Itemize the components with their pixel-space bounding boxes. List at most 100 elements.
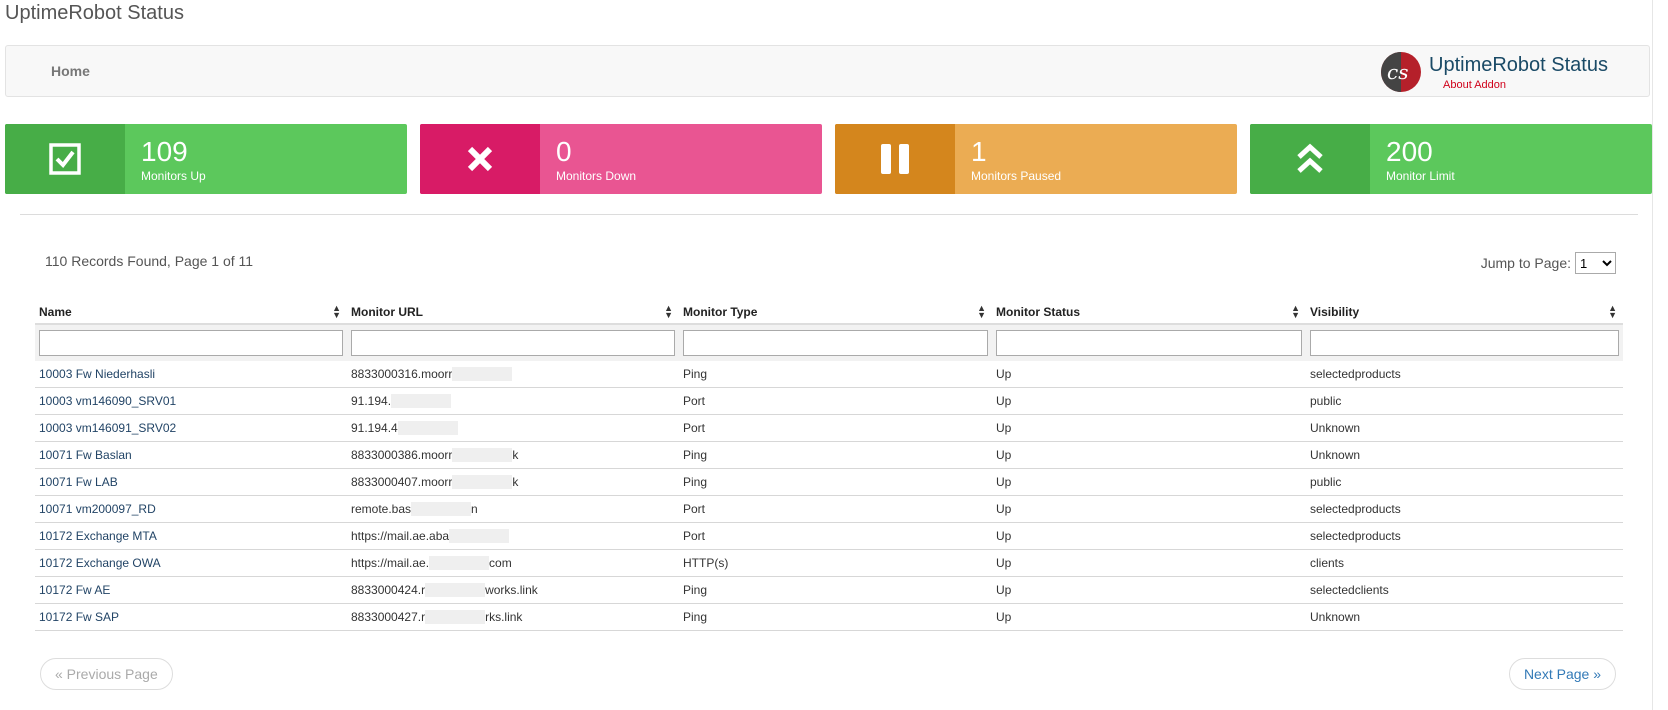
about-addon-link[interactable]: About Addon xyxy=(1443,79,1506,91)
records-summary: 110 Records Found, Page 1 of 11 xyxy=(45,253,254,269)
filter-type-input[interactable] xyxy=(683,330,988,356)
cell-visibility: selectedproducts xyxy=(1306,361,1623,388)
column-header-name[interactable]: Name ▲ ▼ xyxy=(35,300,347,325)
cell-visibility: Unknown xyxy=(1306,441,1623,469)
page-title: UptimeRobot Status xyxy=(5,2,184,24)
next-page-button[interactable]: Next Page » xyxy=(1508,658,1616,690)
cell-status: Up xyxy=(992,603,1306,631)
cell-status: Up xyxy=(992,387,1306,415)
cell-status: Up xyxy=(992,441,1306,469)
redaction xyxy=(397,421,458,436)
navbar: Home cs UptimeRobot Status About Addon xyxy=(5,45,1650,97)
cell-name[interactable]: 10172 Exchange MTA xyxy=(35,522,347,550)
redaction xyxy=(429,556,490,571)
cell-name[interactable]: 10071 Fw Baslan xyxy=(35,441,347,469)
double-chevron-up-icon xyxy=(1250,124,1370,194)
jump-label: Jump to Page: xyxy=(1480,255,1571,271)
cell-status: Up xyxy=(992,414,1306,442)
column-header-url[interactable]: Monitor URL ▲ ▼ xyxy=(347,300,679,325)
redaction xyxy=(425,583,486,598)
sort-icon[interactable]: ▲ ▼ xyxy=(977,304,986,320)
cell-visibility: selectedclients xyxy=(1306,576,1623,604)
cell-type: HTTP(s) xyxy=(679,549,992,577)
cell-type: Ping xyxy=(679,468,992,496)
filter-status-input[interactable] xyxy=(996,330,1302,356)
cell-url: 8833000424.r works.link xyxy=(347,576,679,604)
sort-icon[interactable]: ▲ ▼ xyxy=(1291,304,1300,320)
redaction xyxy=(452,367,513,382)
redaction xyxy=(452,475,513,490)
cell-url: 8833000316.moorr xyxy=(347,361,679,388)
cell-status: Up xyxy=(992,576,1306,604)
redaction xyxy=(449,529,510,544)
nav-home-link[interactable]: Home xyxy=(51,63,90,79)
stat-value: 0 xyxy=(556,136,572,167)
column-header-type[interactable]: Monitor Type ▲ ▼ xyxy=(679,300,992,325)
cell-status: Up xyxy=(992,522,1306,550)
redaction xyxy=(452,448,513,463)
x-icon xyxy=(420,124,540,194)
monitors-table: Name ▲ ▼ Monitor URL ▲ ▼ Monitor Type ▲ ▼ Moni… xyxy=(35,300,1623,631)
table-row: 10172 Exchange MTA https://mail.ae.aba P… xyxy=(35,522,1623,550)
cell-name[interactable]: 10003 Fw Niederhasli xyxy=(35,361,347,388)
filter-url-input[interactable] xyxy=(351,330,675,356)
brand[interactable]: cs UptimeRobot Status About Addon xyxy=(1381,52,1621,92)
cell-visibility: Unknown xyxy=(1306,414,1623,442)
jump-to-page: Jump to Page: 1 xyxy=(1481,252,1616,274)
pause-icon xyxy=(835,124,955,194)
cell-type: Ping xyxy=(679,361,992,388)
checkbox-icon xyxy=(5,124,125,194)
redaction xyxy=(391,394,452,409)
cell-name[interactable]: 10003 vm146091_SRV02 xyxy=(35,414,347,442)
column-header-visibility[interactable]: Visibility ▲ ▼ xyxy=(1306,300,1623,325)
cell-status: Up xyxy=(992,549,1306,577)
cell-name[interactable]: 10071 Fw LAB xyxy=(35,468,347,496)
brand-logo-icon: cs xyxy=(1381,52,1421,92)
cell-url: 8833000386.moorr k xyxy=(347,441,679,469)
brand-name: UptimeRobot Status xyxy=(1429,54,1608,76)
jump-page-select[interactable]: 1 xyxy=(1575,252,1616,274)
cell-name[interactable]: 10172 Exchange OWA xyxy=(35,549,347,577)
sort-icon[interactable]: ▲ ▼ xyxy=(664,304,673,320)
table-row: 10071 vm200097_RD remote.bas n Port Up se… xyxy=(35,495,1623,523)
cell-type: Ping xyxy=(679,576,992,604)
cell-visibility: selectedproducts xyxy=(1306,495,1623,523)
cell-url: https://mail.ae.aba xyxy=(347,522,679,550)
table-body: 10003 Fw Niederhasli 8833000316.moorr Pi… xyxy=(35,361,1623,631)
stat-label: Monitors Up xyxy=(141,169,206,183)
sort-icon[interactable]: ▲ ▼ xyxy=(1608,304,1617,320)
cell-name[interactable]: 10003 vm146090_SRV01 xyxy=(35,387,347,415)
stat-label: Monitors Paused xyxy=(971,169,1062,183)
cell-type: Port xyxy=(679,495,992,523)
scrollbar-track[interactable] xyxy=(1652,0,1653,710)
previous-page-button[interactable]: « Previous Page xyxy=(40,658,173,690)
cell-visibility: Unknown xyxy=(1306,603,1623,631)
cell-url: remote.bas n xyxy=(347,495,679,523)
filter-name-input[interactable] xyxy=(39,330,343,356)
cell-visibility: public xyxy=(1306,387,1623,415)
stat-label: Monitors Down xyxy=(556,169,637,183)
cell-visibility: selectedproducts xyxy=(1306,522,1623,550)
cell-name[interactable]: 10172 Fw SAP xyxy=(35,603,347,631)
stat-monitors-down: 0 Monitors Down xyxy=(420,124,822,194)
stat-value: 200 xyxy=(1386,136,1433,167)
redaction xyxy=(411,502,472,517)
sort-icon[interactable]: ▲ ▼ xyxy=(332,304,341,320)
cell-name[interactable]: 10071 vm200097_RD xyxy=(35,495,347,523)
filter-visibility-input[interactable] xyxy=(1310,330,1619,356)
stat-monitors-paused: 1 Monitors Paused xyxy=(835,124,1237,194)
cell-url: 91.194. xyxy=(347,387,679,415)
table-row: 10172 Fw SAP 8833000427.r rks.link Ping U… xyxy=(35,603,1623,631)
column-header-status[interactable]: Monitor Status ▲ ▼ xyxy=(992,300,1306,325)
cell-type: Ping xyxy=(679,603,992,631)
cell-type: Ping xyxy=(679,441,992,469)
table-row: 10071 Fw LAB 8833000407.moorr k Ping Up p… xyxy=(35,468,1623,496)
divider xyxy=(20,214,1638,215)
cell-url: 8833000427.r rks.link xyxy=(347,603,679,631)
cell-name[interactable]: 10172 Fw AE xyxy=(35,576,347,604)
stat-monitor-limit: 200 Monitor Limit xyxy=(1250,124,1652,194)
cell-type: Port xyxy=(679,387,992,415)
cell-status: Up xyxy=(992,361,1306,388)
stat-monitors-up: 109 Monitors Up xyxy=(5,124,407,194)
table-row: 10172 Exchange OWA https://mail.ae. com H… xyxy=(35,549,1623,577)
